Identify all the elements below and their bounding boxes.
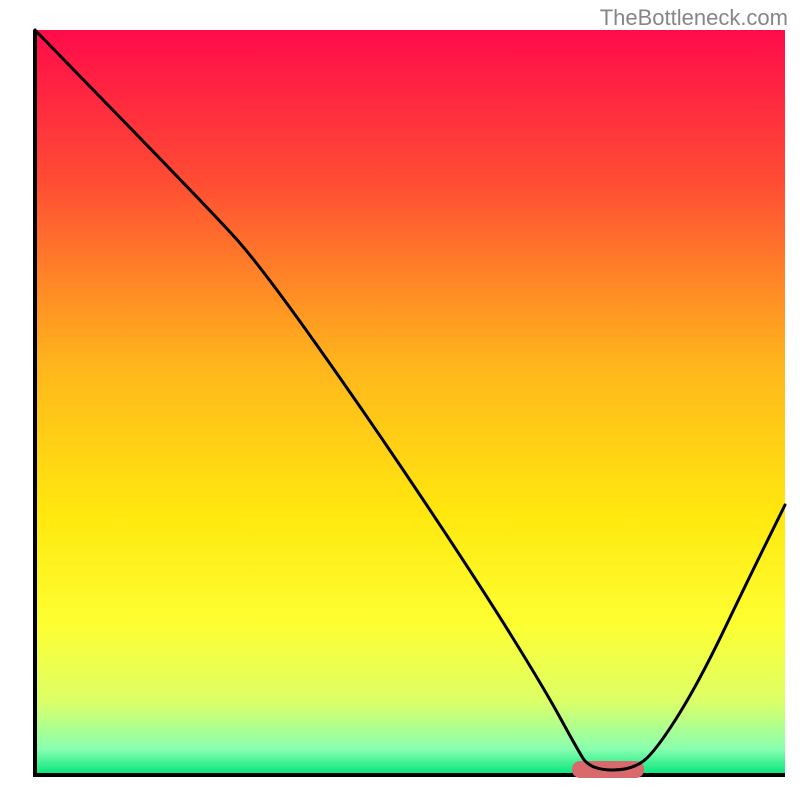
plot-background <box>35 30 785 775</box>
chart-container: TheBottleneck.com <box>0 0 800 800</box>
watermark-text: TheBottleneck.com <box>600 5 788 31</box>
chart-svg <box>0 0 800 800</box>
